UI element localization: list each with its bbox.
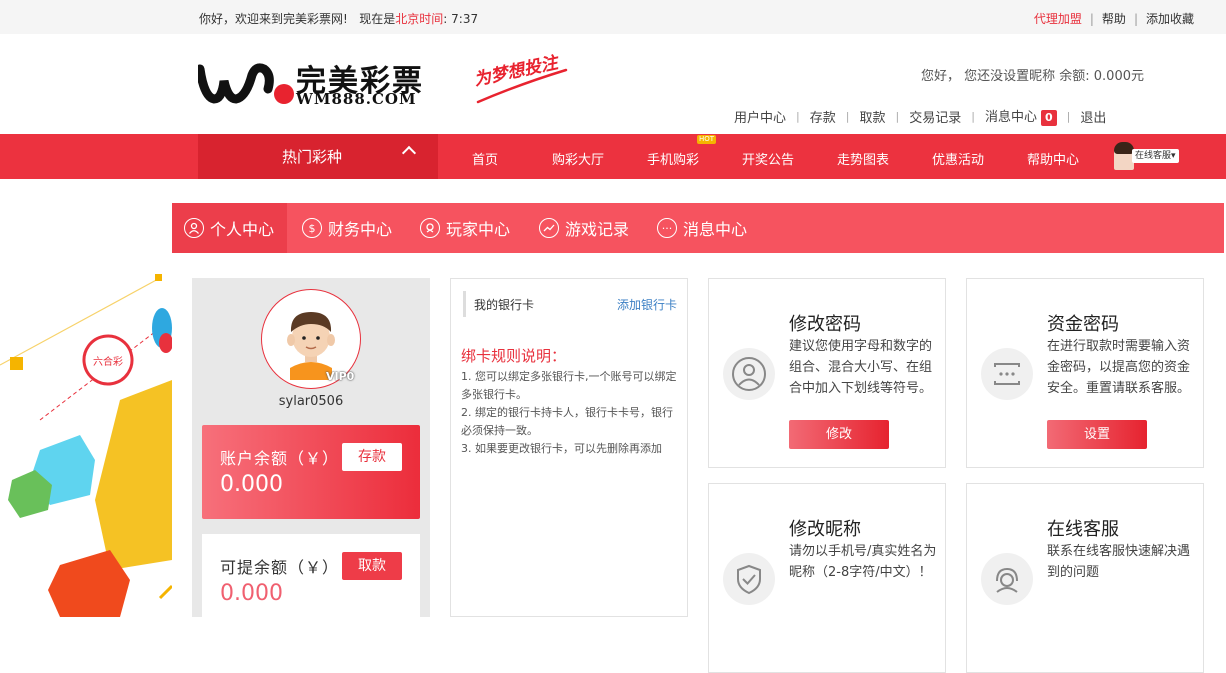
tab-message-center[interactable]: ··· 消息中心 <box>657 203 747 253</box>
transactions-link[interactable]: 交易记录 <box>909 107 961 126</box>
dollar-icon: $ <box>302 218 322 238</box>
shield-check-icon <box>723 553 775 605</box>
svg-text:六合彩: 六合彩 <box>93 355 123 368</box>
nav-trend-charts[interactable]: 走势图表 <box>837 149 889 168</box>
rule-item: 1. 您可以绑定多张银行卡,一个账号可以绑定多张银行卡。 <box>461 370 677 401</box>
user-circle-icon <box>723 348 775 400</box>
fund-password-title: 资金密码 <box>1047 314 1119 335</box>
agent-join-link[interactable]: 代理加盟 <box>1034 12 1082 26</box>
site-logo[interactable]: 完美彩票 WM888.COM <box>198 56 438 111</box>
tab-player-center[interactable]: 玩家中心 <box>420 203 510 253</box>
more-dots-icon: ··· <box>657 218 677 238</box>
tab-player-center-label: 玩家中心 <box>446 220 511 239</box>
hot-category-label: 热门彩种 <box>282 148 343 166</box>
main-nav: 热门彩种 首页 购彩大厅 手机购彩 HOT 开奖公告 走势图表 优惠活动 帮助中… <box>0 134 1226 179</box>
trend-icon <box>539 218 559 238</box>
withdraw-link[interactable]: 取款 <box>859 107 885 126</box>
rule-item: 3. 如果要更改银行卡，可以先删除再添加 <box>461 442 662 455</box>
account-sub-nav: 个人中心 $ 财务中心 玩家中心 游戏记录 ··· 消息中心 <box>172 203 1224 253</box>
message-count-badge: 0 <box>1040 110 1057 126</box>
binding-rules-title: 绑卡规则说明： <box>461 347 567 365</box>
change-nickname-title: 修改昵称 <box>789 519 861 540</box>
withdraw-button[interactable]: 取款 <box>342 552 402 580</box>
online-support-desc: 联系在线客服快速解决遇到的问题 <box>1047 544 1191 580</box>
online-service-widget[interactable]: 在线客服▾ <box>1114 142 1190 170</box>
hot-badge: HOT <box>697 135 717 144</box>
time-zone: 北京时间 <box>395 12 444 26</box>
logo-mark-icon <box>198 63 294 104</box>
binding-rules: 1. 您可以绑定多张银行卡,一个账号可以绑定多张银行卡。 2. 绑定的银行卡持卡… <box>461 368 681 458</box>
help-link[interactable]: 帮助 <box>1102 12 1126 26</box>
nav-mobile-lottery[interactable]: 手机购彩 <box>647 149 699 168</box>
change-password-button[interactable]: 修改 <box>789 420 889 449</box>
deposit-button[interactable]: 存款 <box>342 443 402 471</box>
tab-finance-center[interactable]: $ 财务中心 <box>302 203 392 253</box>
tab-message-center-label: 消息中心 <box>683 220 748 239</box>
service-label: 在线客服▾ <box>1132 149 1179 163</box>
welcome-message: 你好，欢迎来到完美彩票网! <box>199 12 348 26</box>
service-agent-avatar <box>1114 142 1134 170</box>
user-icon <box>184 218 204 238</box>
add-favorite-link[interactable]: 添加收藏 <box>1146 12 1194 26</box>
current-time: : 7:37 <box>443 12 479 26</box>
account-summary: 您好， 您还没设置昵称 余额: 0.000元 <box>921 69 1144 84</box>
bank-card-panel: 我的银行卡 添加银行卡 绑卡规则说明： 1. 您可以绑定多张银行卡,一个账号可以… <box>450 278 688 617</box>
withdrawable-label: 可提余额（￥） <box>220 558 340 577</box>
time-prefix: 现在是 <box>359 12 396 26</box>
vip-level: VIP0 <box>326 370 355 383</box>
fund-password-set-button[interactable]: 设置 <box>1047 420 1147 449</box>
headset-icon <box>981 553 1033 605</box>
nav-help-center[interactable]: 帮助中心 <box>1027 149 1079 168</box>
logout-link[interactable]: 退出 <box>1080 107 1106 126</box>
messages-label: 消息中心 <box>984 110 1037 125</box>
balance-value: 0.000 <box>220 472 283 497</box>
nav-home[interactable]: 首页 <box>472 149 498 168</box>
withdrawable-balance-card: 可提余额（￥） 0.000 取款 <box>202 534 420 617</box>
top-bar: 你好，欢迎来到完美彩票网! 现在是北京时间: 7:37 代理加盟 | 帮助 | 添加收藏 <box>0 0 1226 34</box>
change-nickname-desc: 请勿以手机号/真实姓名为昵称（2-8字符/中文）！ <box>789 544 937 580</box>
deposit-link[interactable]: 存款 <box>810 107 836 126</box>
profile-panel: VIP0 sylar0506 账户余额（￥） 0.000 存款 可提余额（￥） … <box>192 278 430 617</box>
change-password-card: 修改密码 建议您使用字母和数字的组合、混合大小写、在组合中加入下划线等符号。 修… <box>708 278 946 468</box>
account-balance-card: 账户余额（￥） 0.000 存款 <box>202 425 420 519</box>
chevron-up-icon <box>401 145 417 161</box>
slogan-calligraphy: 为梦想投注 <box>472 54 568 104</box>
nav-lottery-hall[interactable]: 购彩大厅 <box>552 149 604 168</box>
change-password-title: 修改密码 <box>789 314 861 335</box>
user-nav: 用户中心 | 存款 | 取款 | 交易记录 | 消息中心 0 | 退出 <box>734 106 1106 126</box>
tab-game-records-label: 游戏记录 <box>565 220 630 239</box>
top-links: 代理加盟 | 帮助 | 添加收藏 <box>1033 12 1194 26</box>
add-bank-card-link[interactable]: 添加银行卡 <box>617 296 677 313</box>
balance-label: 账户余额（￥） <box>220 449 340 468</box>
tab-game-records[interactable]: 游戏记录 <box>539 203 629 253</box>
logo-domain: WM888.COM <box>296 90 417 108</box>
nav-draw-results[interactable]: 开奖公告 <box>742 149 794 168</box>
nav-promotions[interactable]: 优惠活动 <box>932 149 984 168</box>
change-password-desc: 建议您使用字母和数字的组合、混合大小写、在组合中加入下划线等符号。 <box>789 339 933 396</box>
rule-item: 2. 绑定的银行卡持卡人，银行卡卡号，银行必须保持一致。 <box>461 406 673 437</box>
welcome-text: 你好，欢迎来到完美彩票网! 现在是北京时间: 7:37 <box>199 10 478 27</box>
tab-finance-center-label: 财务中心 <box>328 220 393 239</box>
tab-personal-center-label: 个人中心 <box>210 220 275 239</box>
fund-password-card: 资金密码 在进行取款时需要输入资金密码，以提高您的资金安全。重置请联系客服。 设… <box>966 278 1204 468</box>
tab-personal-center[interactable]: 个人中心 <box>172 203 287 253</box>
username: sylar0506 <box>278 394 344 409</box>
decorative-shapes: 六合彩 <box>0 274 172 617</box>
bank-card-header: 我的银行卡 添加银行卡 <box>463 291 677 317</box>
user-center-link[interactable]: 用户中心 <box>734 107 786 126</box>
svg-text:为梦想投注: 为梦想投注 <box>472 54 562 90</box>
online-support-card[interactable]: 在线客服 联系在线客服快速解决遇到的问题 <box>966 483 1204 673</box>
hot-category-dropdown[interactable]: 热门彩种 <box>198 134 438 179</box>
change-nickname-card: 修改昵称 请勿以手机号/真实姓名为昵称（2-8字符/中文）！ <box>708 483 946 673</box>
player-icon <box>420 218 440 238</box>
header: 完美彩票 WM888.COM 为梦想投注 您好， 您还没设置昵称 余额: 0.0… <box>0 34 1226 134</box>
messages-link[interactable]: 消息中心 0 <box>985 106 1057 126</box>
online-support-title: 在线客服 <box>1047 519 1119 540</box>
left-decoration: 六合彩 <box>0 270 172 617</box>
withdrawable-value: 0.000 <box>220 581 283 606</box>
fund-password-desc: 在进行取款时需要输入资金密码，以提高您的资金安全。重置请联系客服。 <box>1047 339 1191 396</box>
password-field-icon <box>981 348 1033 400</box>
bank-card-title: 我的银行卡 <box>474 298 535 312</box>
